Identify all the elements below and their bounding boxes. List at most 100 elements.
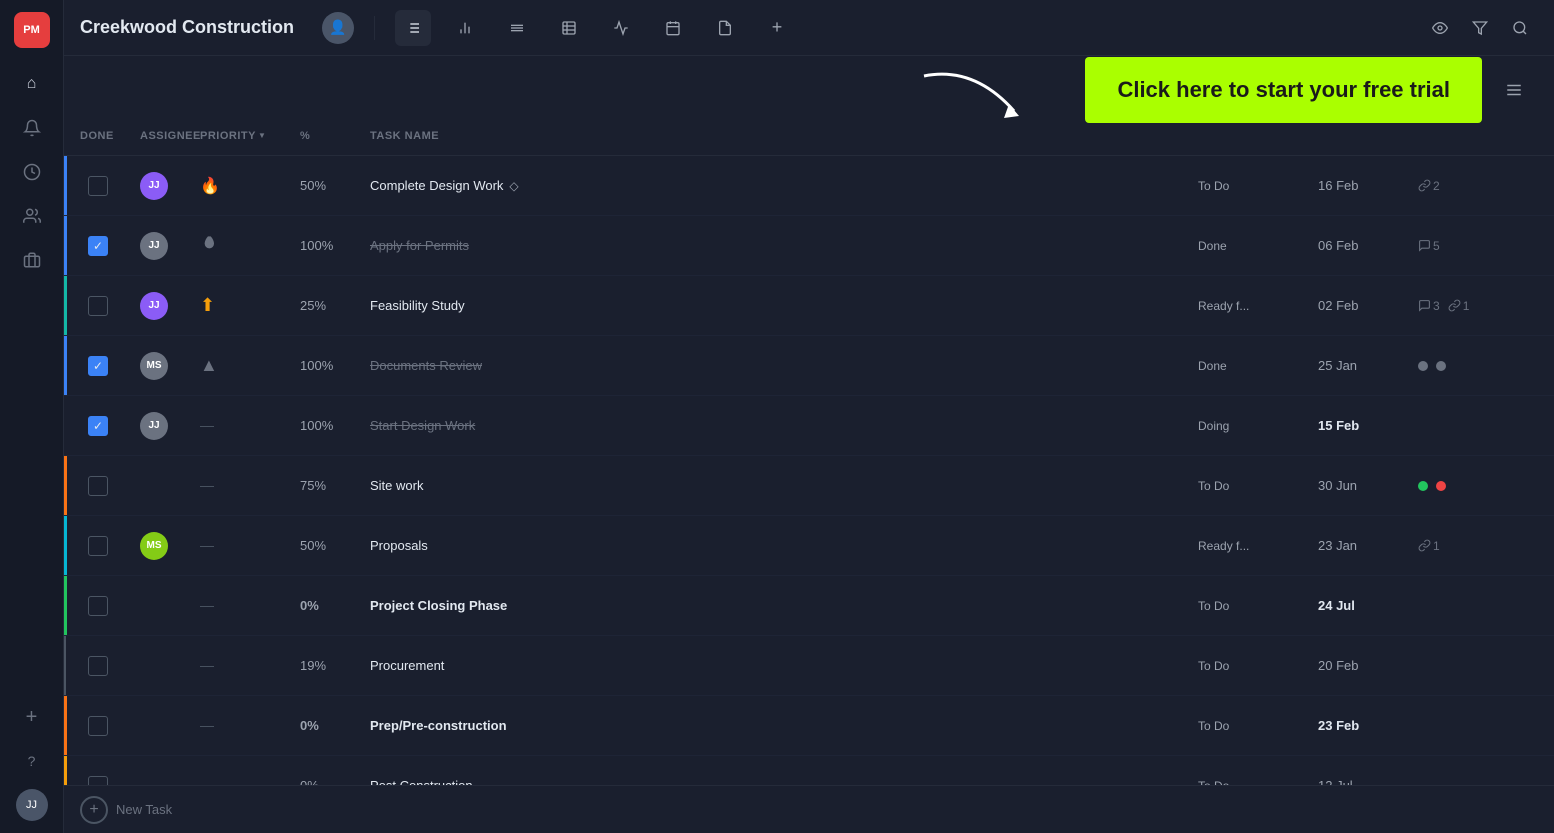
- watch-button[interactable]: [1422, 10, 1458, 46]
- row-left-border: [64, 456, 67, 515]
- arrow-graphic: [914, 56, 1034, 136]
- task-checkbox[interactable]: [88, 656, 108, 676]
- calendar-view-button[interactable]: [655, 10, 691, 46]
- date-cell: 20 Feb: [1318, 658, 1418, 673]
- settings-icon-area[interactable]: [1490, 81, 1538, 99]
- task-name-cell[interactable]: Documents Review: [370, 358, 1198, 373]
- status-cell: To Do: [1198, 719, 1318, 733]
- sidebar-item-clock[interactable]: [12, 152, 52, 192]
- board-view-button[interactable]: [499, 10, 535, 46]
- sidebar: PM ⌂ + ? JJ: [0, 0, 64, 833]
- status-cell: To Do: [1198, 179, 1318, 193]
- status-cell: To Do: [1198, 479, 1318, 493]
- task-checkbox[interactable]: [88, 596, 108, 616]
- task-name-cell[interactable]: Proposals: [370, 538, 1198, 553]
- task-checkbox[interactable]: [88, 536, 108, 556]
- status-cell: Ready f...: [1198, 299, 1318, 313]
- list-view-button[interactable]: [395, 10, 431, 46]
- search-button[interactable]: [1502, 10, 1538, 46]
- sidebar-add-button[interactable]: +: [12, 697, 52, 737]
- extras-cell: 2: [1418, 179, 1538, 193]
- task-checkbox[interactable]: ✓: [88, 356, 108, 376]
- task-name-cell[interactable]: Apply for Permits: [370, 238, 1198, 253]
- extras-cell: [1418, 481, 1538, 491]
- task-name-cell[interactable]: Start Design Work: [370, 418, 1198, 433]
- task-checkbox[interactable]: [88, 296, 108, 316]
- add-task-button[interactable]: +: [80, 796, 108, 824]
- priority-cell: —: [200, 717, 300, 735]
- date-cell: 15 Feb: [1318, 418, 1418, 433]
- task-checkbox[interactable]: ✓: [88, 416, 108, 436]
- date-cell: 16 Feb: [1318, 178, 1418, 193]
- task-checkbox[interactable]: [88, 176, 108, 196]
- project-avatar: 👤: [322, 12, 354, 44]
- link-icon: 2: [1418, 179, 1440, 193]
- sidebar-item-briefcase[interactable]: [12, 240, 52, 280]
- bottom-bar: + New Task: [64, 785, 1554, 833]
- task-checkbox[interactable]: ✓: [88, 236, 108, 256]
- table-row: MS—50%ProposalsReady f...23 Jan1: [64, 516, 1554, 576]
- col-header-assignee: ASSIGNEE: [140, 130, 200, 142]
- assignee-avatar: JJ: [140, 292, 168, 320]
- gantt-view-button[interactable]: [447, 10, 483, 46]
- task-checkbox[interactable]: [88, 476, 108, 496]
- status-cell: Done: [1198, 359, 1318, 373]
- date-cell: 06 Feb: [1318, 238, 1418, 253]
- table-row: —0%Prep/Pre-constructionTo Do23 Feb: [64, 696, 1554, 756]
- task-checkbox[interactable]: [88, 776, 108, 786]
- date-cell: 25 Jan: [1318, 358, 1418, 373]
- table-row: ✓JJ100%Apply for PermitsDone06 Feb5: [64, 216, 1554, 276]
- sidebar-user-avatar[interactable]: JJ: [16, 789, 48, 821]
- filter-button[interactable]: [1462, 10, 1498, 46]
- table-row: —75%Site workTo Do30 Jun: [64, 456, 1554, 516]
- task-name-cell[interactable]: Site work: [370, 478, 1198, 493]
- assignee-avatar: JJ: [140, 172, 168, 200]
- col-header-priority[interactable]: PRIORITY ▼: [200, 130, 300, 142]
- sidebar-item-notifications[interactable]: [12, 108, 52, 148]
- status-cell: Done: [1198, 239, 1318, 253]
- percent-cell: 50%: [300, 178, 370, 193]
- extras-cell: 31: [1418, 299, 1538, 313]
- task-name-cell[interactable]: Complete Design Work ◇: [370, 178, 1198, 193]
- table-view-button[interactable]: [551, 10, 587, 46]
- topbar: Creekwood Construction 👤 +: [64, 0, 1554, 56]
- date-cell: 12 Jul: [1318, 778, 1418, 785]
- priority-cell: —: [200, 597, 300, 615]
- status-cell: Ready f...: [1198, 539, 1318, 553]
- free-trial-button[interactable]: Click here to start your free trial: [1085, 57, 1482, 123]
- link-icon: 1: [1418, 539, 1440, 553]
- sidebar-item-home[interactable]: ⌂: [12, 64, 52, 104]
- row-left-border: [64, 336, 67, 395]
- add-view-button[interactable]: +: [759, 10, 795, 46]
- priority-cell: —: [200, 477, 300, 495]
- row-left-border: [64, 156, 67, 215]
- task-checkbox[interactable]: [88, 716, 108, 736]
- timeline-view-button[interactable]: [603, 10, 639, 46]
- task-name-cell[interactable]: Feasibility Study: [370, 298, 1198, 313]
- task-name-cell[interactable]: Prep/Pre-construction: [370, 718, 1198, 733]
- new-task-label: New Task: [116, 802, 172, 817]
- percent-cell: 100%: [300, 418, 370, 433]
- main-content: Creekwood Construction 👤 +: [64, 0, 1554, 833]
- date-cell: 30 Jun: [1318, 478, 1418, 493]
- link-icon: 1: [1448, 299, 1470, 313]
- task-name-cell[interactable]: Post Construction: [370, 778, 1198, 785]
- col-header-task-name: TASK NAME: [370, 130, 1198, 142]
- col-header-percent: %: [300, 130, 370, 142]
- task-name-cell[interactable]: Project Closing Phase: [370, 598, 1198, 613]
- sidebar-item-people[interactable]: [12, 196, 52, 236]
- extras-cell: 5: [1418, 239, 1538, 253]
- percent-cell: 100%: [300, 358, 370, 373]
- table-row: JJ🔥50%Complete Design Work ◇To Do16 Feb2: [64, 156, 1554, 216]
- percent-cell: 19%: [300, 658, 370, 673]
- doc-view-button[interactable]: [707, 10, 743, 46]
- percent-cell: 25%: [300, 298, 370, 313]
- sidebar-help[interactable]: ?: [12, 741, 52, 781]
- priority-cell: ▲: [200, 355, 300, 376]
- status-dot-gray: [1418, 361, 1428, 371]
- percent-cell: 75%: [300, 478, 370, 493]
- comment-icon: 3: [1418, 299, 1440, 313]
- task-name-cell[interactable]: Procurement: [370, 658, 1198, 673]
- status-cell: Doing: [1198, 419, 1318, 433]
- table-row: ✓JJ—100%Start Design WorkDoing15 Feb: [64, 396, 1554, 456]
